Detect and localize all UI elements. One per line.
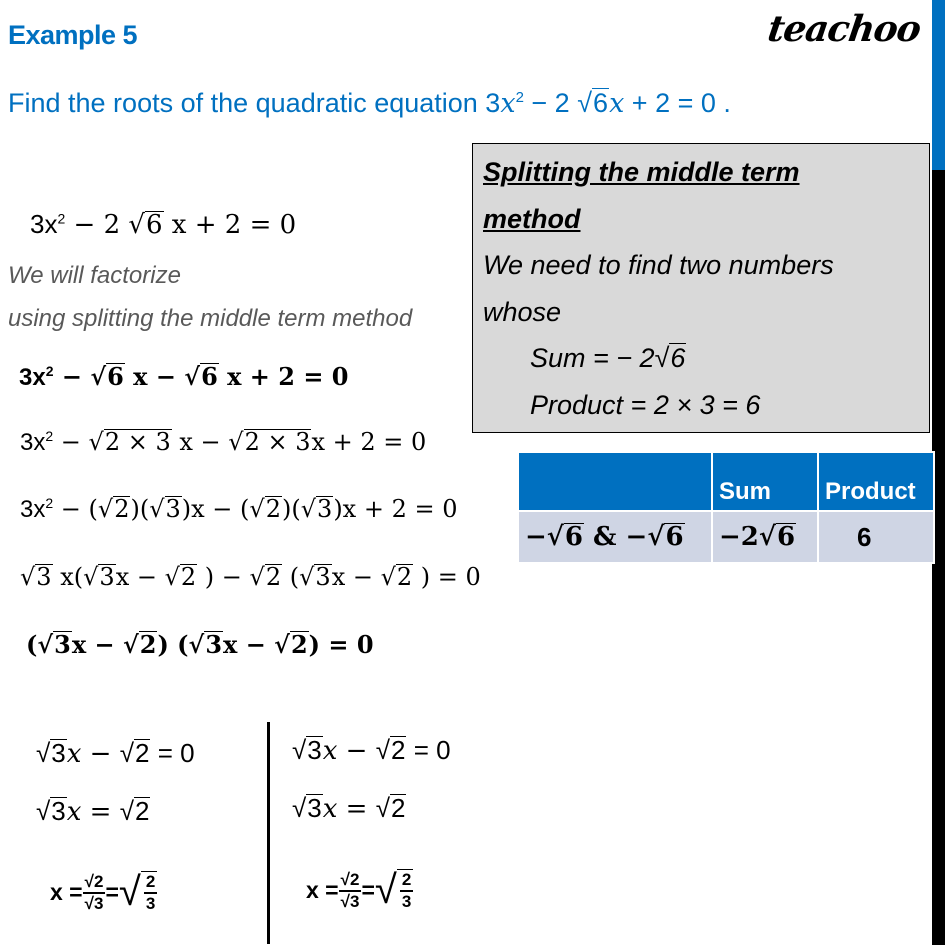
solution-line-2: √3x = √2 — [36, 796, 151, 827]
sqrt-icon: √ — [118, 870, 141, 914]
sqrt-icon: √ — [84, 893, 94, 913]
sqrt-icon: √ — [119, 738, 135, 768]
method-text: We need to find two numbers — [483, 250, 834, 280]
sqrt-icon: √ — [128, 210, 145, 240]
sqrt-icon: √ — [119, 796, 135, 826]
sqrt-icon: √ — [274, 630, 290, 659]
sqrt-icon: √ — [83, 563, 99, 591]
sqrt-icon: √ — [577, 88, 593, 118]
fraction: √2 √3 — [338, 869, 362, 911]
factored-equation: (√3x − √2) (√3x − √2) = 0 — [26, 630, 374, 659]
sqrt-icon: √ — [299, 563, 315, 591]
sqrt-icon: √ — [292, 735, 307, 765]
solution-line-2: √3x = √2 — [292, 793, 407, 824]
fraction: 23 — [396, 869, 414, 911]
cell-sum: −2√6 — [711, 510, 819, 564]
given-equation: 3x2 − 2 √6 x + 2 = 0 — [30, 209, 297, 240]
sqrt-icon: √ — [647, 522, 665, 552]
sqrt-icon: √ — [292, 793, 307, 823]
sqrt-icon: √ — [97, 495, 114, 523]
sum-product-table: Sum Product −√6 & −√6 −2√6 6 — [517, 451, 935, 564]
sum-condition: Sum = − 2√6 — [530, 343, 687, 373]
cell-product: 6 — [817, 510, 935, 564]
sqrt-icon: √ — [546, 522, 564, 552]
table-row: −√6 & −√6 −2√6 6 — [517, 510, 935, 564]
method-box: Splitting the middle term method We need… — [472, 143, 930, 433]
method-heading: Splitting the middle term — [483, 157, 800, 187]
header-sum: Sum — [711, 451, 819, 512]
teachoo-logo: teachoo — [765, 8, 923, 50]
sqrt-icon: √ — [188, 630, 205, 659]
sqrt-icon: √ — [122, 630, 139, 659]
fraction: √2 √3 — [82, 871, 106, 913]
solution-line-3: x = √2 √3 = √ 23 — [50, 870, 158, 914]
sqrt-icon: √ — [654, 343, 670, 373]
split-equation: 3x2 − √6 x − √6 x + 2 = 0 — [19, 362, 349, 391]
sqrt-icon: √ — [36, 738, 51, 768]
note-line-2: using splitting the middle term method — [8, 305, 413, 332]
fraction: 23 — [140, 871, 158, 913]
sqrt-icon: √ — [88, 428, 104, 456]
sqrt-icon: √ — [249, 495, 265, 523]
sqrt-icon: √ — [36, 796, 51, 826]
method-heading-cont: method — [483, 203, 581, 234]
sqrt-icon: √ — [20, 563, 36, 591]
sqrt-icon: √ — [340, 891, 350, 911]
solution-line-1: √3x − √2 = 0 — [292, 735, 451, 766]
page-title: Example 5 — [8, 20, 138, 50]
sqrt-icon: √ — [340, 869, 350, 889]
sqrt-icon: √ — [228, 428, 244, 456]
grouping-equation: √3 x(√3x − √2 ) − √2 (√3x − √2 ) = 0 — [20, 563, 481, 591]
sqrt-icon: √ — [300, 495, 317, 523]
sqrt-icon: √ — [758, 522, 776, 552]
header-product: Product — [817, 451, 935, 512]
solution-divider — [267, 722, 270, 944]
expand-equation: 3x2 − √2 × 3 x − √2 × 3x + 2 = 0 — [20, 428, 427, 456]
cell-numbers: −√6 & −√6 — [517, 510, 713, 564]
sqrt-icon: √ — [37, 630, 54, 659]
edge-strip-blue — [932, 0, 945, 170]
sqrt-icon: √ — [249, 563, 265, 591]
sqrt-icon: √ — [164, 563, 180, 591]
method-text-cont: whose — [483, 296, 562, 327]
sqrt-icon: √ — [375, 735, 391, 765]
header-numbers — [517, 451, 713, 512]
table-header-row: Sum Product — [517, 451, 935, 512]
sqrt-icon: √ — [380, 563, 396, 591]
sqrt-icon: √ — [84, 871, 94, 891]
sqrt-icon: √ — [90, 362, 107, 391]
sqrt-icon: √ — [375, 793, 391, 823]
note-line-1: We will factorize — [8, 262, 181, 289]
solution-line-3: x = √2 √3 = √ 23 — [306, 868, 414, 912]
product-condition: Product = 2 × 3 = 6 — [530, 389, 761, 420]
question-text: Find the roots of the quadratic equation… — [8, 88, 731, 119]
product-form-equation: 3x2 − (√2)(√3)x − (√2)(√3)x + 2 = 0 — [20, 495, 458, 523]
sqrt-icon: √ — [149, 495, 165, 523]
solution-line-1: √3x − √2 = 0 — [36, 738, 195, 769]
sqrt-icon: √ — [184, 362, 201, 391]
sqrt-icon: √ — [374, 868, 397, 912]
